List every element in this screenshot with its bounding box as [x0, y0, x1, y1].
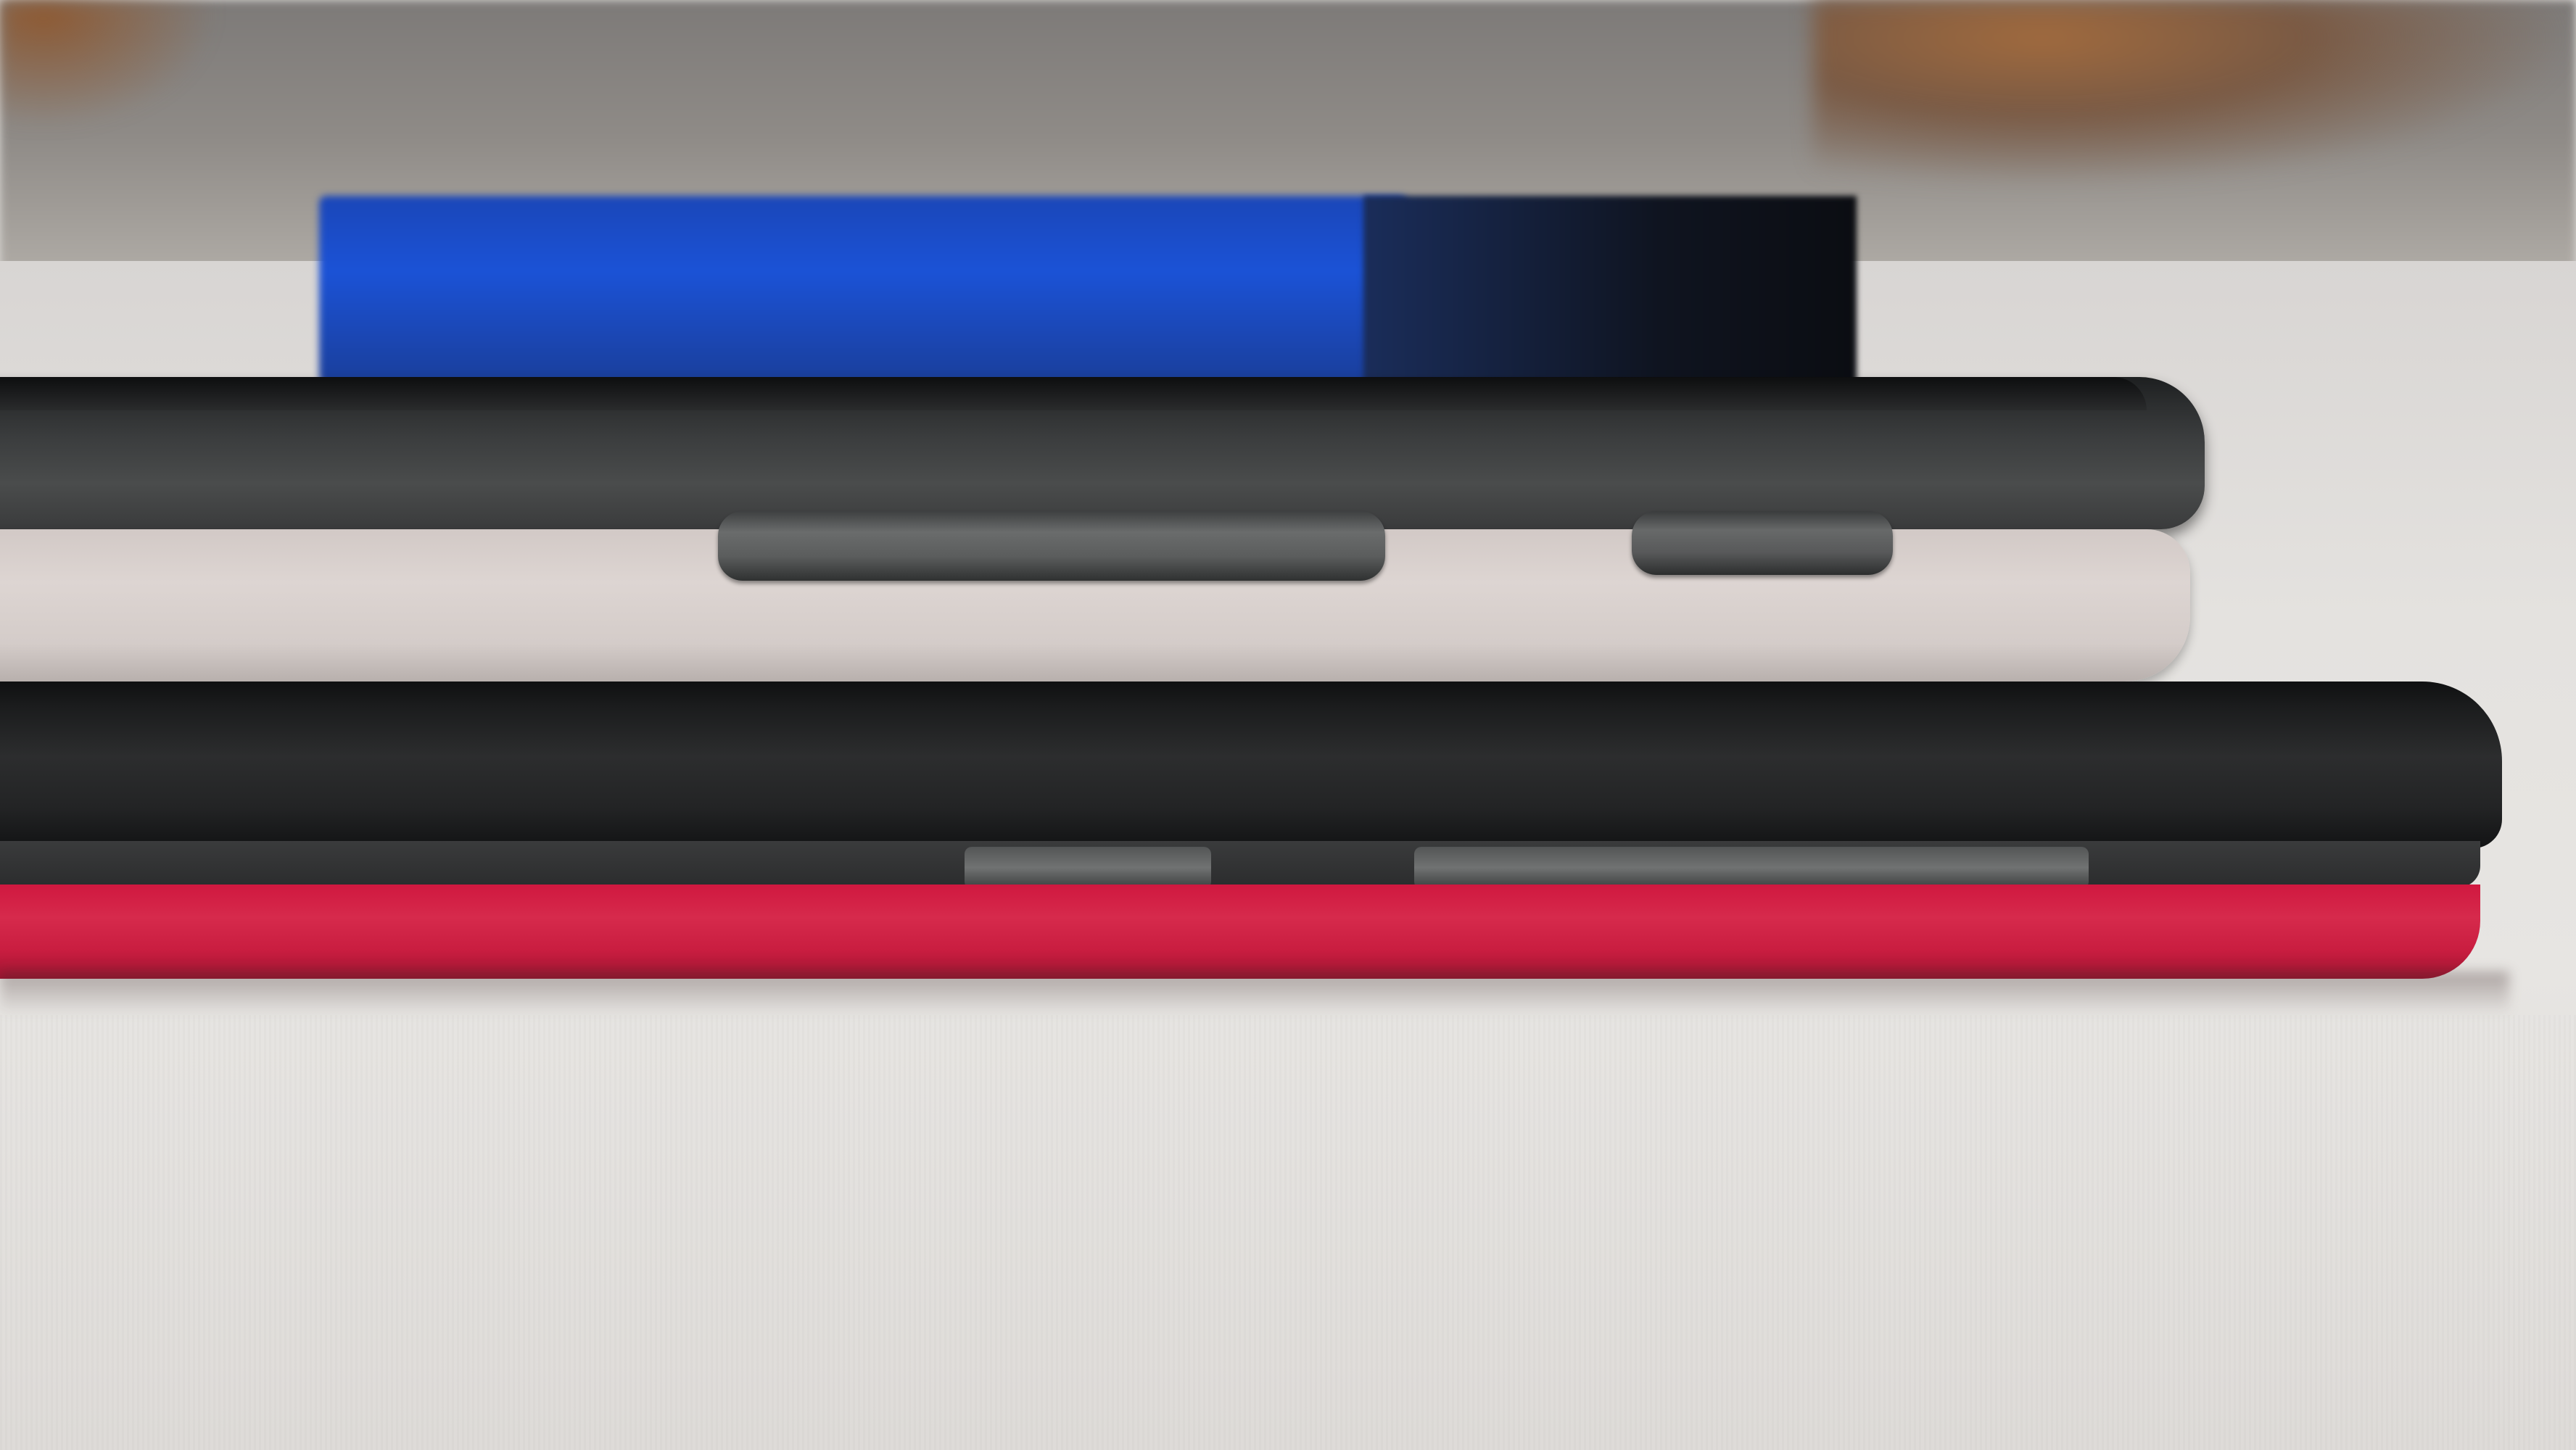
blurred-warm-object — [1813, 0, 2576, 188]
black-phone-body — [0, 682, 2502, 848]
dark-screen-glass — [1363, 196, 1857, 384]
blurred-warm-object-left — [0, 0, 218, 130]
side-button-small — [965, 847, 1211, 889]
table-texture — [0, 1015, 2576, 1450]
top-phone-bevel — [0, 377, 2147, 410]
red-phone-back — [0, 884, 2480, 979]
blue-screen-reflection — [319, 196, 1407, 384]
side-button-long — [1414, 847, 2089, 889]
black-phone-rim — [0, 841, 2480, 887]
phone-shadow — [0, 972, 2509, 1015]
power-button — [1632, 511, 1893, 575]
photo-scene — [0, 0, 2576, 1450]
volume-rocker — [718, 511, 1385, 581]
